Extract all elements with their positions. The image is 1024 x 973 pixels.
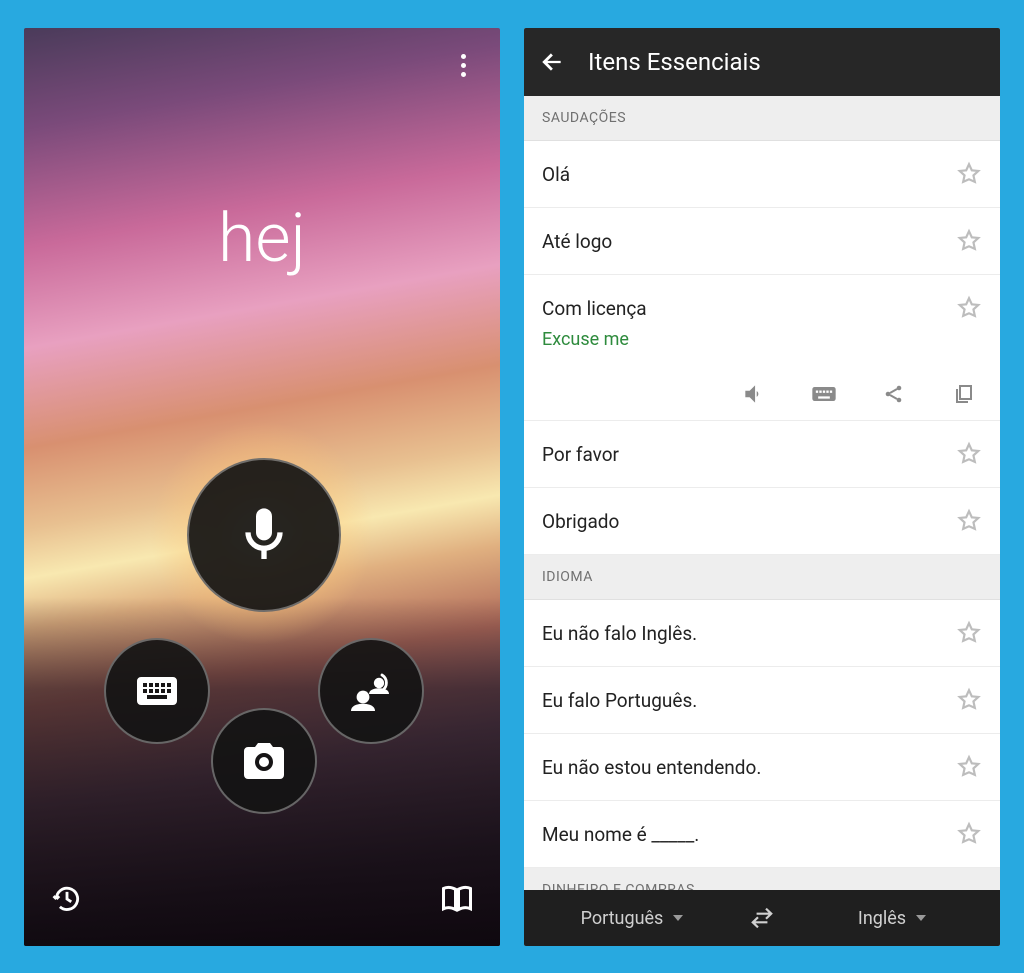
conversation-icon [347, 667, 395, 715]
book-icon [439, 881, 475, 917]
favorite-toggle[interactable] [956, 295, 982, 321]
chevron-down-icon [673, 915, 683, 921]
section-header-language: IDIOMA [524, 555, 1000, 600]
dot-icon [461, 72, 466, 77]
phrase-row-obrigado[interactable]: Obrigado [524, 488, 1000, 555]
phrase-label: Com licença [542, 297, 647, 320]
phrase-translation: Excuse me [542, 321, 982, 350]
phrase-label: Até logo [542, 230, 612, 253]
speaker-icon [741, 381, 767, 407]
app-bar: Itens Essenciais [524, 28, 1000, 96]
keyboard-icon [133, 667, 181, 715]
microphone-icon [232, 503, 296, 567]
source-language-label: Português [581, 908, 664, 929]
phrase-label: Olá [542, 163, 570, 186]
phrase-row-meu-nome[interactable]: Meu nome é _____. [524, 801, 1000, 868]
favorite-toggle[interactable] [956, 508, 982, 534]
favorite-toggle[interactable] [956, 228, 982, 254]
favorite-toggle[interactable] [956, 441, 982, 467]
target-language-label: Inglês [858, 908, 906, 929]
source-language-selector[interactable]: Português [524, 908, 740, 929]
phrase-row-falo[interactable]: Eu falo Português. [524, 667, 1000, 734]
voice-input-button[interactable] [187, 458, 341, 612]
page-title: Itens Essenciais [588, 48, 761, 76]
dot-icon [461, 54, 466, 59]
copy-icon [952, 382, 976, 406]
favorite-toggle[interactable] [956, 161, 982, 187]
section-header-money: DINHEIRO E COMPRAS [524, 868, 1000, 890]
keyboard-icon [810, 380, 838, 408]
phrase-row-por-favor[interactable]: Por favor [524, 421, 1000, 488]
favorite-toggle[interactable] [956, 620, 982, 646]
swap-languages-button[interactable] [740, 905, 784, 931]
phrase-label: Meu nome é _____. [542, 823, 699, 846]
share-button[interactable] [880, 380, 908, 408]
phrase-row-nao-falo[interactable]: Eu não falo Inglês. [524, 600, 1000, 667]
translator-home-screen: hej [24, 28, 500, 946]
greeting-word: hej [24, 198, 500, 278]
phrase-row-nao-entendo[interactable]: Eu não estou entendendo. [524, 734, 1000, 801]
phrase-label: Eu não falo Inglês. [542, 622, 697, 645]
share-icon [882, 382, 906, 406]
keyboard-input-button[interactable] [104, 638, 210, 744]
phrase-list: SAUDAÇÕES Olá Até logo Com licença Excus… [524, 96, 1000, 890]
phrase-label: Por favor [542, 443, 619, 466]
speak-button[interactable] [740, 380, 768, 408]
type-button[interactable] [810, 380, 838, 408]
history-icon [50, 882, 84, 916]
swap-icon [749, 905, 775, 931]
section-header-greetings: SAUDAÇÕES [524, 96, 1000, 141]
favorite-toggle[interactable] [956, 821, 982, 847]
phrase-row-ola[interactable]: Olá [524, 141, 1000, 208]
arrow-left-icon [539, 49, 565, 75]
phrasebook-screen: Itens Essenciais SAUDAÇÕES Olá Até logo … [524, 28, 1000, 946]
phrasebook-button[interactable] [436, 878, 478, 920]
phrase-row-com-licenca[interactable]: Com licença Excuse me [524, 275, 1000, 362]
phrase-row-ate-logo[interactable]: Até logo [524, 208, 1000, 275]
phrase-label: Eu falo Português. [542, 689, 697, 712]
phrase-label: Eu não estou entendendo. [542, 756, 761, 779]
target-language-selector[interactable]: Inglês [784, 908, 1000, 929]
chevron-down-icon [916, 915, 926, 921]
history-button[interactable] [46, 878, 88, 920]
phrase-label: Obrigado [542, 510, 619, 533]
dot-icon [461, 63, 466, 68]
camera-icon [240, 737, 288, 785]
phrase-actions [524, 362, 1000, 421]
conversation-button[interactable] [318, 638, 424, 744]
favorite-toggle[interactable] [956, 754, 982, 780]
favorite-toggle[interactable] [956, 687, 982, 713]
copy-button[interactable] [950, 380, 978, 408]
camera-input-button[interactable] [211, 708, 317, 814]
overflow-menu-button[interactable] [448, 50, 478, 80]
back-button[interactable] [538, 48, 566, 76]
language-bar: Português Inglês [524, 890, 1000, 946]
